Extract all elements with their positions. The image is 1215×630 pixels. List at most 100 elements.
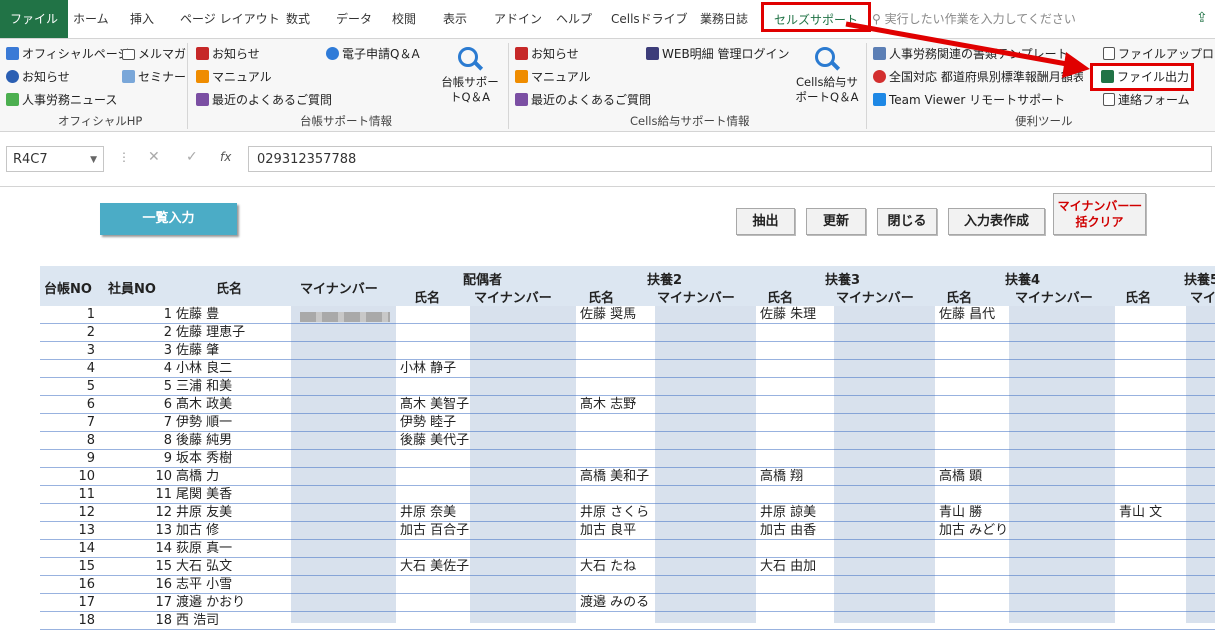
cell-emp[interactable]: 17: [110, 594, 172, 612]
seminar-link[interactable]: セミナー: [122, 68, 186, 86]
cell-emp[interactable]: 2: [110, 324, 172, 342]
tab-home[interactable]: ホーム: [73, 0, 109, 38]
cell-f2[interactable]: 井原 さくら: [580, 504, 655, 522]
cell-emp[interactable]: 9: [110, 450, 172, 468]
cell-emp[interactable]: 10: [110, 468, 172, 486]
cell-sp[interactable]: 伊勢 睦子: [400, 414, 470, 432]
cell-emp[interactable]: 11: [110, 486, 172, 504]
tab-data[interactable]: データ: [336, 0, 372, 38]
cell-emp[interactable]: 13: [110, 522, 172, 540]
cell-f4[interactable]: 高橋 顕: [939, 468, 1009, 486]
cell-f4[interactable]: 佐藤 昌代: [939, 306, 1009, 324]
cell-f2[interactable]: 加古 良平: [580, 522, 655, 540]
share-icon[interactable]: ⇪: [1196, 10, 1208, 26]
cell-no[interactable]: 7: [40, 414, 95, 432]
cell-no[interactable]: 9: [40, 450, 95, 468]
cell-name[interactable]: 荻原 真一: [176, 540, 291, 558]
close-button[interactable]: 閉じる: [877, 208, 937, 235]
cell-emp[interactable]: 1: [110, 306, 172, 324]
cell-f3[interactable]: 井原 諒美: [760, 504, 834, 522]
cell-name[interactable]: 加古 修: [176, 522, 291, 540]
tab-insert[interactable]: 挿入: [130, 0, 154, 38]
cell-no[interactable]: 3: [40, 342, 95, 360]
cells-manual-link[interactable]: マニュアル: [515, 68, 591, 86]
daicho-manual-link[interactable]: マニュアル: [196, 68, 272, 86]
tab-page-layout[interactable]: ページ レイアウト: [180, 0, 280, 38]
file-output-button[interactable]: ファイル出力: [1090, 63, 1194, 91]
official-news-link[interactable]: お知らせ: [6, 68, 70, 86]
cell-f4[interactable]: 青山 勝: [939, 504, 1009, 522]
cell-f2[interactable]: 大石 たね: [580, 558, 655, 576]
cell-no[interactable]: 2: [40, 324, 95, 342]
mynumber-clear-button[interactable]: マイナンバー一括クリア: [1053, 193, 1146, 235]
extract-button[interactable]: 抽出: [736, 208, 795, 235]
cell-emp[interactable]: 15: [110, 558, 172, 576]
cell-name[interactable]: 三浦 和美: [176, 378, 291, 396]
contact-form-link[interactable]: 連絡フォーム: [1103, 91, 1190, 109]
list-input-button[interactable]: 一覧入力: [100, 203, 237, 235]
create-input-sheet-button[interactable]: 入力表作成: [948, 208, 1045, 235]
cell-no[interactable]: 18: [40, 612, 95, 630]
cell-name[interactable]: 志平 小雪: [176, 576, 291, 594]
cell-no[interactable]: 16: [40, 576, 95, 594]
cell-f3[interactable]: 佐藤 朱理: [760, 306, 834, 324]
tab-formulas[interactable]: 数式: [286, 0, 310, 38]
cell-name[interactable]: 井原 友美: [176, 504, 291, 522]
daicho-news-link[interactable]: お知らせ: [196, 45, 260, 63]
table-row[interactable]: 8 8 後藤 純男 後藤 美代子: [0, 432, 1215, 450]
cell-no[interactable]: 8: [40, 432, 95, 450]
cell-emp[interactable]: 5: [110, 378, 172, 396]
cell-name[interactable]: 大石 弘文: [176, 558, 291, 576]
cells-faq-link[interactable]: 最近のよくあるご質問: [515, 91, 651, 109]
cell-no[interactable]: 11: [40, 486, 95, 504]
confirm-icon[interactable]: ✓: [186, 149, 198, 165]
cell-name[interactable]: 佐藤 豊: [176, 306, 291, 324]
tab-daily-log[interactable]: 業務日誌: [700, 0, 748, 38]
table-row[interactable]: 12 12 井原 友美 井原 奈美 井原 さくら 井原 諒美 青山 勝青山 文: [0, 504, 1215, 522]
cell-f2[interactable]: 高橋 美和子: [580, 468, 655, 486]
cell-no[interactable]: 1: [40, 306, 95, 324]
cell-emp[interactable]: 7: [110, 414, 172, 432]
cell-name[interactable]: 髙木 政美: [176, 396, 291, 414]
table-row[interactable]: 16 16 志平 小雪: [0, 576, 1215, 594]
table-row[interactable]: 7 7 伊勢 順一 伊勢 睦子: [0, 414, 1215, 432]
official-page-link[interactable]: オフィシャルページ: [6, 45, 130, 63]
table-row[interactable]: 1 1 佐藤 豊佐藤 奨馬 佐藤 朱理 佐藤 昌代: [0, 306, 1215, 324]
daicho-faq-link[interactable]: 最近のよくあるご質問: [196, 91, 332, 109]
cells-news-link[interactable]: お知らせ: [515, 45, 579, 63]
cell-no[interactable]: 6: [40, 396, 95, 414]
table-row[interactable]: 5 5 三浦 和美: [0, 378, 1215, 396]
cell-emp[interactable]: 3: [110, 342, 172, 360]
cell-no[interactable]: 15: [40, 558, 95, 576]
cell-emp[interactable]: 18: [110, 612, 172, 630]
cell-no[interactable]: 10: [40, 468, 95, 486]
cell-name[interactable]: 西 浩司: [176, 612, 291, 630]
cell-sp[interactable]: 髙木 美智子: [400, 396, 470, 414]
cell-f2[interactable]: 佐藤 奨馬: [580, 306, 655, 324]
cell-f2[interactable]: 渡邉 みのる: [580, 594, 655, 612]
table-row[interactable]: 3 3 佐藤 肇: [0, 342, 1215, 360]
table-row[interactable]: 2 2 佐藤 理恵子: [0, 324, 1215, 342]
table-row[interactable]: 9 9 坂本 秀樹: [0, 450, 1215, 468]
teamviewer-link[interactable]: Team Viewer リモートサポート: [873, 91, 1065, 109]
name-box[interactable]: R4C7 ▼: [6, 146, 104, 172]
cell-name[interactable]: 坂本 秀樹: [176, 450, 291, 468]
table-row[interactable]: 13 13 加古 修加古 百合子 加古 良平 加古 由香 加古 みどり: [0, 522, 1215, 540]
formula-input[interactable]: 029312357788: [248, 146, 1212, 172]
cell-name[interactable]: 伊勢 順一: [176, 414, 291, 432]
cell-sp[interactable]: 加古 百合子: [400, 522, 470, 540]
cell-emp[interactable]: 8: [110, 432, 172, 450]
cell-emp[interactable]: 14: [110, 540, 172, 558]
cell-name[interactable]: 小林 良二: [176, 360, 291, 378]
table-row[interactable]: 14 14 荻原 真一: [0, 540, 1215, 558]
cell-no[interactable]: 5: [40, 378, 95, 396]
tab-addins[interactable]: アドイン: [494, 0, 542, 38]
cell-no[interactable]: 17: [40, 594, 95, 612]
mailmag-link[interactable]: メルマガ: [122, 45, 186, 63]
cell-f2[interactable]: 髙木 志野: [580, 396, 655, 414]
table-row[interactable]: 15 15 大石 弘文 大石 美佐子 大石 たね 大石 由加: [0, 558, 1215, 576]
cell-f3[interactable]: 大石 由加: [760, 558, 834, 576]
tab-file[interactable]: ファイル: [0, 0, 69, 38]
tab-view[interactable]: 表示: [443, 0, 467, 38]
cell-emp[interactable]: 6: [110, 396, 172, 414]
